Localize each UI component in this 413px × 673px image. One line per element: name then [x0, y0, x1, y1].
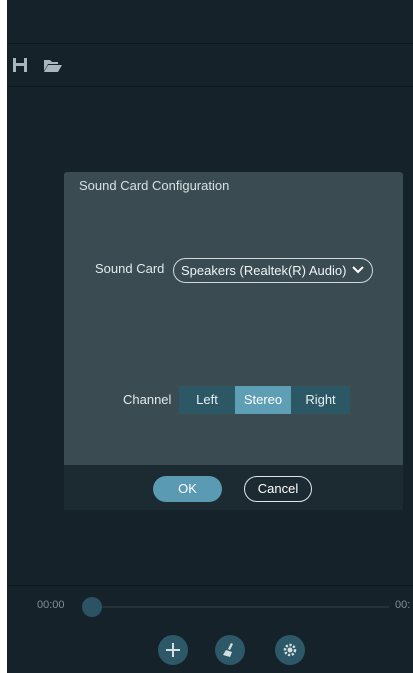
channel-option-stereo[interactable]: Stereo	[235, 386, 291, 414]
timeline: 00:00 00:	[7, 585, 413, 628]
clean-button[interactable]	[215, 635, 245, 665]
ok-button[interactable]: OK	[153, 476, 222, 502]
bottom-bar	[7, 627, 413, 673]
broom-icon	[223, 643, 233, 657]
save-icon[interactable]	[11, 56, 29, 74]
channel-label: Channel	[123, 392, 172, 407]
sound-card-label: Sound Card	[95, 261, 165, 276]
channel-segmented-control: Left Stereo Right	[179, 386, 350, 414]
title-bar	[7, 0, 413, 44]
dialog-footer: OK Cancel	[64, 465, 403, 510]
channel-option-left[interactable]: Left	[179, 386, 235, 414]
settings-button[interactable]	[275, 635, 305, 665]
app-window: 00:00 00: Sound Card Configuration Sound…	[7, 0, 413, 673]
sound-card-value: Speakers (Realtek(R) Audio)	[181, 263, 347, 278]
add-button[interactable]	[158, 635, 188, 665]
folder-open-icon[interactable]	[43, 56, 62, 74]
add-icon	[166, 643, 180, 657]
cancel-button[interactable]: Cancel	[244, 476, 312, 502]
sound-card-select[interactable]: Speakers (Realtek(R) Audio)	[173, 258, 373, 283]
timeline-start-time: 00:00	[37, 599, 65, 611]
timeline-end-time: 00:	[395, 599, 411, 611]
timeline-track[interactable]	[91, 606, 389, 608]
chevron-down-icon	[352, 266, 364, 274]
gear-icon	[283, 643, 297, 657]
sound-card-dialog: Sound Card Configuration Sound Card Spea…	[64, 172, 403, 510]
timeline-playhead[interactable]	[82, 597, 102, 617]
channel-option-right[interactable]: Right	[291, 386, 350, 414]
dialog-title: Sound Card Configuration	[79, 178, 230, 193]
toolbar	[7, 44, 413, 87]
